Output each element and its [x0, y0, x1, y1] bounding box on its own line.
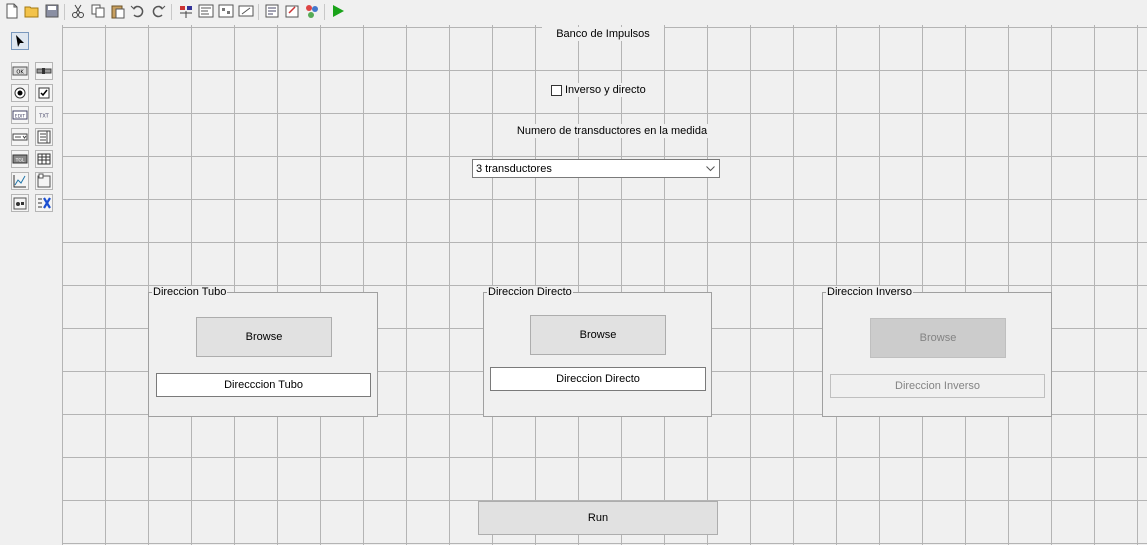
redo-icon[interactable] — [150, 3, 166, 19]
axes-tool-icon[interactable] — [11, 172, 29, 190]
transducer-selected-value: 3 transductores — [476, 162, 552, 175]
panel-title: Direccion Tubo — [152, 286, 228, 299]
activex-tool-icon[interactable] — [35, 194, 53, 212]
browse-tubo-button[interactable]: Browse — [196, 317, 332, 357]
panel-direccion-inverso: Direccion Inverso Browse Direccion Inver… — [822, 286, 1052, 417]
checkbox-box[interactable] — [551, 84, 562, 96]
copy-icon[interactable] — [90, 3, 106, 19]
direccion-directo-field[interactable]: Direccion Directo — [490, 367, 706, 391]
object-browser-icon[interactable] — [304, 3, 320, 19]
component-palette: OK EDIT TXT TGL — [6, 28, 58, 228]
static-text-tool-label: TXT — [38, 114, 49, 120]
popup-menu-tool-icon[interactable] — [11, 128, 29, 146]
listbox-tool-icon[interactable] — [35, 128, 53, 146]
cut-icon[interactable] — [70, 3, 86, 19]
push-button-tool-label: OK — [16, 70, 24, 76]
checkbox-tool-icon[interactable] — [35, 84, 53, 102]
form-title: Banco de Impulsos — [542, 27, 664, 41]
panel-direccion-directo: Direccion Directo Browse Direccion Direc… — [483, 286, 712, 417]
editor-icon[interactable] — [264, 3, 280, 19]
tab-order-icon[interactable] — [218, 3, 234, 19]
transducer-label: Numero de transductores en la medida — [512, 124, 712, 138]
paste-icon[interactable] — [110, 3, 126, 19]
menu-editor-icon[interactable] — [198, 3, 214, 19]
checkbox-label: Inverso y directo — [565, 84, 646, 96]
layout-canvas[interactable]: Banco de Impulsos Inverso y directo Nume… — [62, 25, 1147, 545]
toggle-button-tool-label: TGL — [15, 158, 25, 164]
open-folder-icon[interactable] — [24, 3, 40, 19]
run-button[interactable]: Run — [478, 501, 718, 535]
property-inspector-icon[interactable] — [284, 3, 300, 19]
run-figure-icon[interactable] — [330, 3, 346, 19]
align-icon[interactable] — [178, 3, 194, 19]
browse-directo-button[interactable]: Browse — [530, 315, 666, 355]
toolbar — [0, 0, 1147, 24]
chevron-down-icon[interactable] — [702, 160, 719, 177]
toolbar-editor-icon[interactable] — [238, 3, 254, 19]
panel-direccion-tubo: Direccion Tubo Browse Direcccion Tubo — [148, 286, 378, 417]
panel-title: Direccion Directo — [487, 286, 573, 299]
panel-title: Direccion Inverso — [826, 286, 913, 299]
new-file-icon[interactable] — [4, 3, 20, 19]
select-tool-icon[interactable] — [11, 32, 29, 50]
edit-text-tool-label: EDIT — [15, 114, 26, 120]
panel-tool-icon[interactable] — [35, 172, 53, 190]
direccion-inverso-field[interactable]: Direccion Inverso — [830, 374, 1045, 398]
static-text-tool-icon[interactable]: TXT — [35, 106, 53, 124]
transducer-select[interactable]: 3 transductores — [472, 159, 720, 178]
inverse-direct-checkbox[interactable]: Inverso y directo — [551, 83, 646, 97]
toggle-button-tool-icon[interactable]: TGL — [11, 150, 29, 168]
browse-inverso-button[interactable]: Browse — [870, 318, 1006, 358]
push-button-tool-icon[interactable]: OK — [11, 62, 29, 80]
radio-button-tool-icon[interactable] — [11, 84, 29, 102]
direccion-tubo-field[interactable]: Direcccion Tubo — [156, 373, 371, 397]
undo-icon[interactable] — [130, 3, 146, 19]
edit-text-tool-icon[interactable]: EDIT — [11, 106, 29, 124]
button-group-tool-icon[interactable] — [11, 194, 29, 212]
layout-grid — [62, 25, 1147, 545]
table-tool-icon[interactable] — [35, 150, 53, 168]
slider-tool-icon[interactable] — [35, 62, 53, 80]
save-icon[interactable] — [44, 3, 60, 19]
